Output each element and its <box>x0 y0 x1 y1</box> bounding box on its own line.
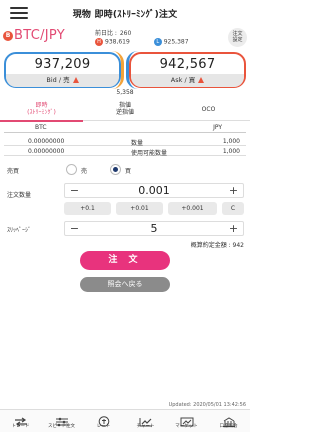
prev-day-label: 前日比 : <box>95 30 117 37</box>
header-bar: 現物 即時(ｽﾄﾘｰﾐﾝｸﾞ)注文 <box>0 0 250 26</box>
buy-radio[interactable] <box>110 164 121 175</box>
currency-pair-selector[interactable]: BTC/JPY <box>14 28 65 43</box>
bid-label: Bid / 売 <box>46 76 70 84</box>
nav-trade-label: トレード <box>11 424 30 429</box>
side-label: 売買 <box>7 168 20 175</box>
tab-limit-line1: 指値 <box>118 102 131 109</box>
spread-value: 5,358 <box>116 89 134 96</box>
up-arrow-icon <box>72 77 79 83</box>
prev-day-change: 前日比 : 260 <box>95 28 132 37</box>
tab-limit-line2: 逆指値 <box>115 109 134 116</box>
quantity-label: 注文数量 <box>7 192 32 199</box>
order-settings-button[interactable]: 注文 設定 <box>228 28 247 47</box>
high-icon: H <box>95 38 103 46</box>
ask-price-box[interactable]: 942,567 Ask / 買 <box>126 51 246 89</box>
ask-label-bar: Ask / 買 <box>131 74 244 87</box>
chart-icon <box>125 410 166 427</box>
order-type-tabs: 即時 (ｽﾄﾘｰﾐﾝｸﾞ) 指値 逆指値 OCO <box>0 99 250 122</box>
tab-oco-label: OCO <box>201 106 216 113</box>
ask-price: 942,567 <box>159 57 216 72</box>
order-settings-label-2: 設定 <box>232 37 243 43</box>
low-value: 925,387 <box>163 38 189 46</box>
sell-radio-label: 売 <box>81 168 88 175</box>
nav-market-label: マーケット <box>175 424 198 429</box>
balance-header: BTC JPY <box>4 124 246 133</box>
slippage-minus-button[interactable]: − <box>67 222 82 235</box>
balance-row-label: 使用可能数量 <box>131 149 168 157</box>
nav-rate-label: レート <box>96 424 111 429</box>
submit-order-button[interactable]: 注 文 <box>80 251 170 270</box>
nav-speed-order-label: スピード注文 <box>48 424 75 429</box>
quantity-plus-button[interactable]: + <box>226 184 241 197</box>
add-0.1-button[interactable]: +0.1 <box>64 202 111 215</box>
tab-oco[interactable]: OCO <box>167 99 250 121</box>
btc-amount: 0.00000000 <box>28 137 65 145</box>
order-screen: 現物 即時(ｽﾄﾘｰﾐﾝｸﾞ)注文 B BTC/JPY 前日比 : 260 H9… <box>0 0 250 432</box>
jpy-amount: 1,000 <box>222 137 240 145</box>
account-icon <box>208 410 249 427</box>
quantity-stepper: 0.001 − + <box>64 183 244 198</box>
nav-chart-label: チャート <box>136 424 155 429</box>
nav-rate[interactable]: レート <box>83 410 124 432</box>
updated-timestamp: Updated: 2020/05/01 13:42:56 <box>168 402 246 408</box>
ask-label: Ask / 買 <box>170 76 196 84</box>
bid-label-bar: Bid / 売 <box>6 74 119 87</box>
high-value: 938,619 <box>105 38 130 46</box>
balance-header-jpy: JPY <box>213 124 222 131</box>
tab-limit[interactable]: 指値 逆指値 <box>83 99 167 121</box>
sell-radio[interactable] <box>66 164 77 175</box>
high-low-line: H 938,619 L 925,387 <box>95 38 189 46</box>
nav-speed-order[interactable]: スピード注文 <box>41 410 82 432</box>
bid-price-box[interactable]: 937,209 Bid / 売 <box>4 51 124 89</box>
up-arrow-icon <box>198 77 205 83</box>
balance-row: 0.00000000 数量 1,000 <box>4 136 246 147</box>
balance-row: 0.00000000 使用可能数量 1,000 <box>4 146 246 157</box>
prev-day-value: 260 <box>119 30 132 37</box>
tab-streaming-line1: 即時 <box>35 102 48 109</box>
back-to-inquiry-button[interactable]: 照会へ戻る <box>80 277 170 292</box>
speed-order-icon <box>41 410 82 427</box>
tab-streaming-line2: (ｽﾄﾘｰﾐﾝｸﾞ) <box>27 109 56 116</box>
btc-available: 0.00000000 <box>28 147 65 155</box>
quantity-chips: +0.1 +0.01 +0.001 C <box>64 202 244 215</box>
tab-streaming[interactable]: 即時 (ｽﾄﾘｰﾐﾝｸﾞ) <box>0 99 83 122</box>
slippage-plus-button[interactable]: + <box>226 222 241 235</box>
jpy-available: 1,000 <box>222 147 240 155</box>
bottom-navigation: トレード スピード注文 レート チャート マーケット 口座照会 <box>0 409 250 432</box>
nav-chart[interactable]: チャート <box>125 410 166 432</box>
add-0.001-button[interactable]: +0.001 <box>168 202 217 215</box>
nav-trade[interactable]: トレード <box>0 410 41 432</box>
nav-account-label: 口座照会 <box>219 424 238 429</box>
slippage-input[interactable]: 5 <box>65 222 243 235</box>
page-title: 現物 即時(ｽﾄﾘｰﾐﾝｸﾞ)注文 <box>72 10 178 20</box>
quantity-minus-button[interactable]: − <box>67 184 82 197</box>
slippage-label: ｽﾘｯﾍﾟｰｼﾞ <box>7 227 32 234</box>
add-0.01-button[interactable]: +0.01 <box>116 202 163 215</box>
buy-radio-label: 買 <box>125 168 132 175</box>
low-icon: L <box>153 38 162 46</box>
clear-button[interactable]: C <box>222 202 244 215</box>
quantity-input[interactable]: 0.001 <box>65 184 243 197</box>
balance-header-btc: BTC <box>35 124 47 131</box>
rate-icon <box>83 410 124 427</box>
bid-price: 937,209 <box>34 57 91 72</box>
nav-account[interactable]: 口座照会 <box>208 410 249 432</box>
pair-info: B BTC/JPY 前日比 : 260 H 938,619 L 925,387 注文… <box>0 26 250 52</box>
trade-icon <box>0 410 41 427</box>
market-icon <box>166 410 207 427</box>
slippage-stepper: 5 − + <box>64 221 244 236</box>
nav-market[interactable]: マーケット <box>166 410 207 432</box>
estimated-amount: 概算約定金額 : 942 <box>190 242 244 249</box>
bitcoin-icon: B <box>3 31 13 41</box>
